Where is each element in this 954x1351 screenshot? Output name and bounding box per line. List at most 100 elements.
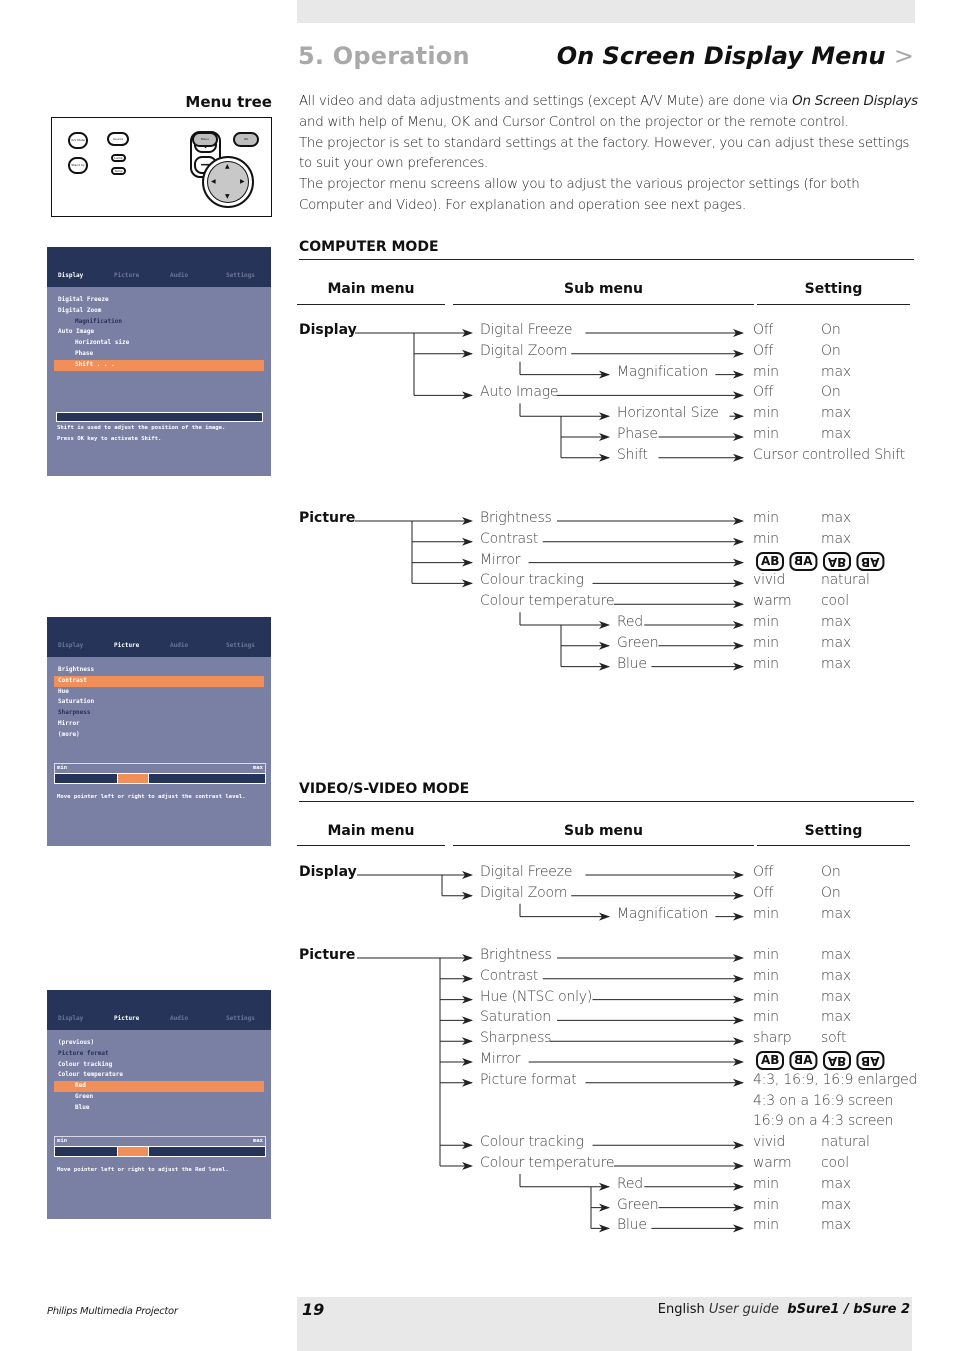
- osd-tab-picture[interactable]: Picture: [103, 272, 159, 279]
- osd-tab-settings[interactable]: Settings: [215, 272, 271, 279]
- osd-tab-picture[interactable]: Picture: [103, 642, 159, 649]
- mirror-horizontal-icon: AB: [789, 1051, 818, 1070]
- arrow-head-icon: [733, 453, 744, 462]
- sub-menu-child-item: Red: [617, 614, 643, 630]
- arrow-head-icon: [733, 912, 744, 921]
- column-rule: [297, 845, 445, 846]
- osd-slider-track[interactable]: [54, 1146, 266, 1157]
- osd-tab-display[interactable]: Display: [47, 1015, 103, 1022]
- column-main-menu: Main menu: [327, 281, 415, 297]
- osd-menu-item[interactable]: Shift . . .: [54, 359, 264, 371]
- osd-tab-settings[interactable]: Settings: [215, 1015, 271, 1022]
- arrow-head-icon: [462, 391, 473, 400]
- arrow-head-icon: [733, 641, 744, 650]
- arrow-head-icon: [462, 1037, 473, 1046]
- chapter-title: 5. Operation: [298, 42, 470, 70]
- sub-menu-item: Digital Freeze: [480, 864, 573, 880]
- arrow-head-icon: [462, 995, 473, 1004]
- setting-value: min: [753, 363, 779, 380]
- osd-menu-item[interactable]: Magnification: [47, 317, 271, 328]
- osd-status-bar: [56, 412, 263, 422]
- osd-menu-item[interactable]: Red: [54, 1081, 264, 1092]
- setting-value: max: [821, 947, 851, 963]
- mirror-both-icon: AB: [856, 1051, 885, 1070]
- arrow-head-icon: [462, 891, 473, 900]
- osd-slider-labels: min max: [54, 1136, 266, 1146]
- osd-slider[interactable]: min max: [54, 763, 266, 784]
- setting-value: max: [821, 530, 851, 547]
- column-rule: [453, 845, 754, 846]
- osd-slider-thumb[interactable]: [117, 1147, 150, 1156]
- osd-menu-item[interactable]: Digital Freeze: [47, 295, 271, 306]
- osd-menu-item[interactable]: Colour temperature: [47, 1070, 271, 1081]
- osd-menu-item[interactable]: Digital Zoom: [47, 306, 271, 317]
- sub-menu-item: Picture format: [480, 1071, 577, 1088]
- standby-button: Stand by: [68, 157, 88, 174]
- osd-slider-labels: min max: [54, 763, 266, 773]
- arrow-head-icon: [733, 1078, 744, 1087]
- mirror-horizontal-icon: AB: [789, 551, 818, 571]
- osd-menu-item[interactable]: Green: [47, 1092, 271, 1103]
- osd-menu-item[interactable]: Saturation: [47, 697, 271, 708]
- arrow-right-icon: ▶: [240, 178, 245, 185]
- osd-tab-display[interactable]: Display: [47, 642, 103, 649]
- setting-value: min: [753, 1196, 779, 1213]
- osd-menu-item[interactable]: Auto Image: [47, 327, 271, 338]
- osd-menu-item[interactable]: (previous): [47, 1038, 271, 1049]
- osd-tab-audio[interactable]: Audio: [159, 642, 215, 649]
- setting-value: max: [821, 634, 851, 651]
- setting-value: On: [821, 884, 841, 901]
- osd-tab-bar: Display Picture Audio Settings: [47, 1015, 271, 1022]
- intro-paragraph-2: The projector is set to standard setting…: [299, 135, 910, 172]
- osd-menu-item[interactable]: (more): [47, 730, 271, 741]
- osd-slider-track[interactable]: [54, 773, 266, 784]
- setting-value: min: [753, 988, 779, 1005]
- osd-tab-display[interactable]: Display: [47, 272, 103, 279]
- osd-slider[interactable]: min max: [54, 1136, 266, 1157]
- column-rule: [453, 304, 754, 305]
- arrow-up-icon: ▲: [225, 163, 230, 170]
- osd-menu-item[interactable]: Contrast: [54, 675, 264, 687]
- setting-value: min: [753, 634, 779, 651]
- setting-value: min: [753, 947, 779, 963]
- arrow-head-icon: [733, 662, 744, 671]
- sub-menu-child-item: Green: [617, 1196, 659, 1213]
- osd-tab-audio[interactable]: Audio: [159, 272, 215, 279]
- osd-menu-list: (previous) Picture format Colour tracking C…: [47, 1038, 271, 1114]
- osd-menu-item[interactable]: Picture format: [47, 1049, 271, 1060]
- arrow-head-icon: [462, 517, 473, 525]
- osd-screen-picture-red: Display Picture Audio Settings (previous) Pic…: [47, 990, 271, 1219]
- sub-menu-item: Saturation: [480, 1009, 551, 1026]
- osd-menu-item[interactable]: Hue: [47, 687, 271, 698]
- chevron-right-icon: >: [893, 42, 914, 70]
- mirror-vertical-icon: AB: [822, 1051, 852, 1070]
- setting-value: 4:3, 16:9, 16:9 enlarged: [753, 1071, 918, 1088]
- osd-tab-picture[interactable]: Picture: [103, 1015, 159, 1022]
- setting-value: max: [821, 1196, 851, 1213]
- lamp-indicator: Lamp: [111, 154, 126, 162]
- osd-menu-item[interactable]: Horizontal size: [47, 338, 271, 349]
- setting-value: max: [821, 426, 851, 442]
- arrow-head-icon: [599, 621, 610, 629]
- osd-menu-item[interactable]: Blue: [47, 1103, 271, 1114]
- arrow-head-icon: [599, 912, 610, 921]
- sub-menu-item: Colour tracking: [480, 572, 584, 589]
- setting-value: max: [821, 1217, 851, 1234]
- osd-slider-thumb[interactable]: [117, 774, 150, 783]
- main-menu-picture: Picture: [299, 947, 356, 963]
- osd-tab-settings[interactable]: Settings: [215, 642, 271, 649]
- osd-tab-audio[interactable]: Audio: [159, 1015, 215, 1022]
- osd-help-text: Press OK key to activate Shift.: [57, 436, 162, 442]
- menu-tree-label: Menu tree: [185, 93, 272, 111]
- slider-min-label: min: [57, 765, 68, 771]
- osd-menu-item[interactable]: Colour tracking: [47, 1060, 271, 1071]
- osd-menu-item[interactable]: Phase: [47, 349, 271, 360]
- osd-menu-item[interactable]: Mirror: [47, 719, 271, 730]
- osd-menu-item[interactable]: Sharpness: [47, 708, 271, 719]
- sub-menu-item: Digital Zoom: [480, 884, 568, 901]
- osd-menu-item[interactable]: Brightness: [47, 665, 271, 676]
- sub-menu-child-item: Blue: [617, 655, 647, 672]
- sub-menu-item: Brightness: [480, 947, 552, 963]
- arrow-head-icon: [462, 1141, 473, 1150]
- arrow-head-icon: [733, 391, 744, 400]
